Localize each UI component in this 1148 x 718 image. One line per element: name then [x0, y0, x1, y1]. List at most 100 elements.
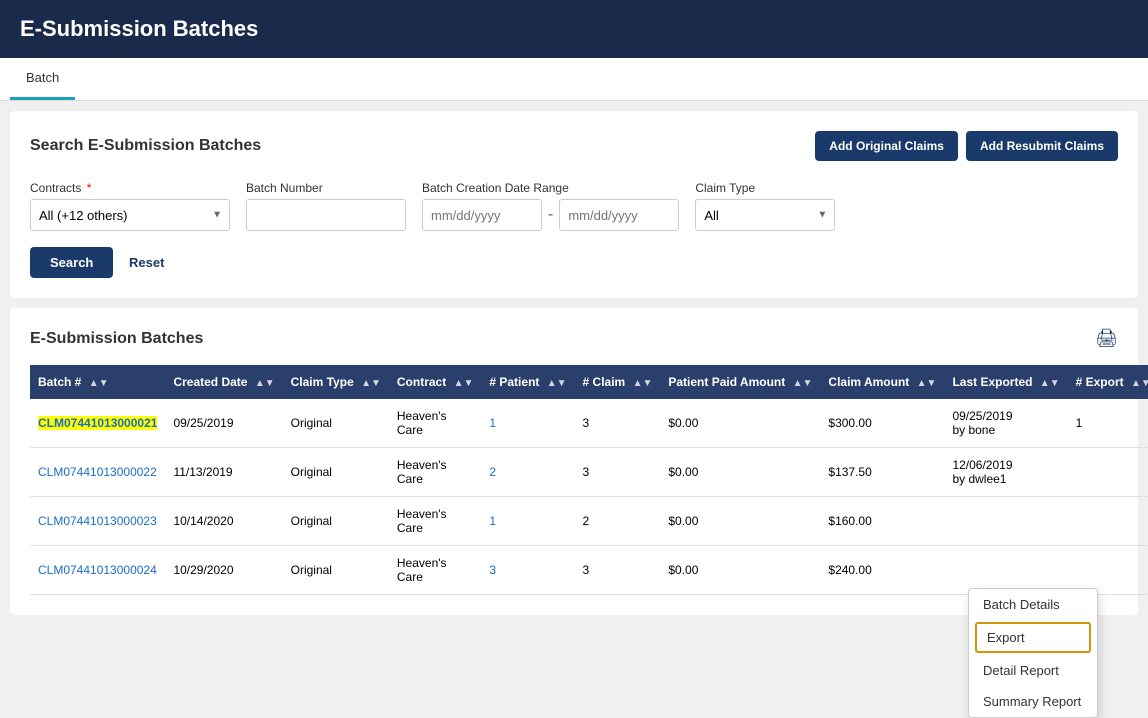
patient-link-3[interactable]: 1: [489, 514, 496, 528]
cell-claim-amount-1: $300.00: [820, 399, 944, 448]
sort-num-patient[interactable]: ▲▼: [547, 378, 567, 389]
contracts-label: Contracts *: [30, 181, 230, 195]
table-row: CLM07441013000022 11/13/2019 Original He…: [30, 448, 1148, 497]
sort-last-exported[interactable]: ▲▼: [1040, 378, 1060, 389]
cell-num-claim-4: 3: [575, 546, 661, 595]
date-range-inputs: -: [422, 199, 679, 231]
cell-created-date-4: 10/29/2020: [165, 546, 282, 595]
sort-num-export[interactable]: ▲▼: [1131, 378, 1148, 389]
col-num-claim: # Claim ▲▼: [575, 365, 661, 399]
page-title: E-Submission Batches: [20, 16, 1128, 42]
add-resubmit-claims-button[interactable]: Add Resubmit Claims: [966, 131, 1118, 161]
results-table: Batch # ▲▼ Created Date ▲▼ Claim Type ▲▼…: [30, 365, 1148, 595]
col-num-patient: # Patient ▲▼: [481, 365, 574, 399]
batch-number-input[interactable]: [246, 199, 406, 231]
patient-link-2[interactable]: 2: [489, 465, 496, 479]
cell-batch-num: CLM07441013000021: [30, 399, 165, 448]
table-header-row: Batch # ▲▼ Created Date ▲▼ Claim Type ▲▼…: [30, 365, 1148, 399]
add-original-claims-button[interactable]: Add Original Claims: [815, 131, 958, 161]
col-contract: Contract ▲▼: [389, 365, 481, 399]
cell-claim-amount-2: $137.50: [820, 448, 944, 497]
cell-num-claim-3: 2: [575, 497, 661, 546]
cell-batch-num-2: CLM07441013000022: [30, 448, 165, 497]
col-batch-num: Batch # ▲▼: [30, 365, 165, 399]
cell-num-patient-1: 1: [481, 399, 574, 448]
results-title: E-Submission Batches: [30, 330, 203, 348]
patient-link-4[interactable]: 3: [489, 563, 496, 577]
batch-link-4[interactable]: CLM07441013000024: [38, 563, 157, 577]
cell-batch-num-4: CLM07441013000024: [30, 546, 165, 595]
tab-batch[interactable]: Batch: [10, 58, 75, 100]
patient-link-1[interactable]: 1: [489, 416, 496, 430]
search-form-row: Contracts * All (+12 others) Batch Numbe…: [30, 181, 1118, 231]
claim-type-label: Claim Type: [695, 181, 835, 195]
sort-batch-num[interactable]: ▲▼: [89, 378, 109, 389]
cell-patient-paid-3: $0.00: [660, 497, 820, 546]
cell-last-exported-1: 09/25/2019 by bone: [944, 399, 1067, 448]
batch-link-2[interactable]: CLM07441013000022: [38, 465, 157, 479]
dropdown-batch-details[interactable]: Batch Details: [969, 589, 1097, 620]
cell-created-date-2: 11/13/2019: [165, 448, 282, 497]
date-range-group: Batch Creation Date Range -: [422, 181, 679, 231]
search-header: Search E-Submission Batches Add Original…: [30, 131, 1118, 161]
cell-contract-4: Heaven's Care: [389, 546, 481, 595]
table-row: CLM07441013000021 09/25/2019 Original He…: [30, 399, 1148, 448]
cell-num-claim-1: 3: [575, 399, 661, 448]
cell-last-exported-2: 12/06/2019 by dwlee1: [944, 448, 1067, 497]
sort-created-date[interactable]: ▲▼: [255, 378, 275, 389]
cell-claim-type-3: Original: [283, 497, 389, 546]
cell-last-exported-3: [944, 497, 1067, 546]
print-icon[interactable]: 🖨: [1095, 328, 1118, 349]
cell-num-claim-2: 3: [575, 448, 661, 497]
reset-button[interactable]: Reset: [117, 247, 176, 278]
sort-claim-type[interactable]: ▲▼: [361, 378, 381, 389]
cell-patient-paid-4: $0.00: [660, 546, 820, 595]
contracts-select[interactable]: All (+12 others): [30, 199, 230, 231]
claim-type-select[interactable]: All Original Resubmit: [695, 199, 835, 231]
table-row: CLM07441013000023 10/14/2020 Original He…: [30, 497, 1148, 546]
results-section: E-Submission Batches 🖨 Batch # ▲▼ Create…: [10, 308, 1138, 615]
cell-claim-type-2: Original: [283, 448, 389, 497]
batch-link-1[interactable]: CLM07441013000021: [38, 416, 157, 430]
batch-number-group: Batch Number: [246, 181, 406, 231]
search-button[interactable]: Search: [30, 247, 113, 278]
col-created-date: Created Date ▲▼: [165, 365, 282, 399]
date-start-input[interactable]: [422, 199, 542, 231]
cell-claim-amount-4: $240.00: [820, 546, 944, 595]
claim-type-select-wrapper: All Original Resubmit: [695, 199, 835, 231]
contracts-group: Contracts * All (+12 others): [30, 181, 230, 231]
date-range-label: Batch Creation Date Range: [422, 181, 679, 195]
search-section: Search E-Submission Batches Add Original…: [10, 111, 1138, 298]
required-marker: *: [87, 181, 92, 195]
cell-num-export-1: 1: [1068, 399, 1148, 448]
cell-patient-paid-2: $0.00: [660, 448, 820, 497]
col-num-export: # Export ▲▼: [1068, 365, 1148, 399]
sort-patient-paid[interactable]: ▲▼: [793, 378, 813, 389]
cell-num-patient-2: 2: [481, 448, 574, 497]
search-actions: Add Original Claims Add Resubmit Claims: [815, 131, 1118, 161]
date-separator: -: [548, 206, 553, 224]
batch-number-label: Batch Number: [246, 181, 406, 195]
cell-num-export-3: [1068, 497, 1148, 546]
col-patient-paid: Patient Paid Amount ▲▼: [660, 365, 820, 399]
cell-contract-2: Heaven's Care: [389, 448, 481, 497]
col-claim-amount: Claim Amount ▲▼: [820, 365, 944, 399]
search-buttons: Search Reset: [30, 247, 1118, 278]
claim-type-group: Claim Type All Original Resubmit: [695, 181, 835, 231]
dropdown-detail-report[interactable]: Detail Report: [969, 655, 1097, 686]
col-claim-type: Claim Type ▲▼: [283, 365, 389, 399]
tab-bar: Batch: [0, 58, 1148, 101]
search-title: Search E-Submission Batches: [30, 137, 261, 155]
dropdown-export[interactable]: Export: [975, 622, 1091, 653]
batch-link-3[interactable]: CLM07441013000023: [38, 514, 157, 528]
sort-claim-amount[interactable]: ▲▼: [917, 378, 937, 389]
cell-batch-num-3: CLM07441013000023: [30, 497, 165, 546]
cell-claim-type-4: Original: [283, 546, 389, 595]
date-end-input[interactable]: [559, 199, 679, 231]
cell-created-date-3: 10/14/2020: [165, 497, 282, 546]
sort-num-claim[interactable]: ▲▼: [633, 378, 653, 389]
cell-num-export-2: [1068, 448, 1148, 497]
results-header: E-Submission Batches 🖨: [30, 328, 1118, 349]
sort-contract[interactable]: ▲▼: [454, 378, 474, 389]
dropdown-summary-report[interactable]: Summary Report: [969, 686, 1097, 717]
